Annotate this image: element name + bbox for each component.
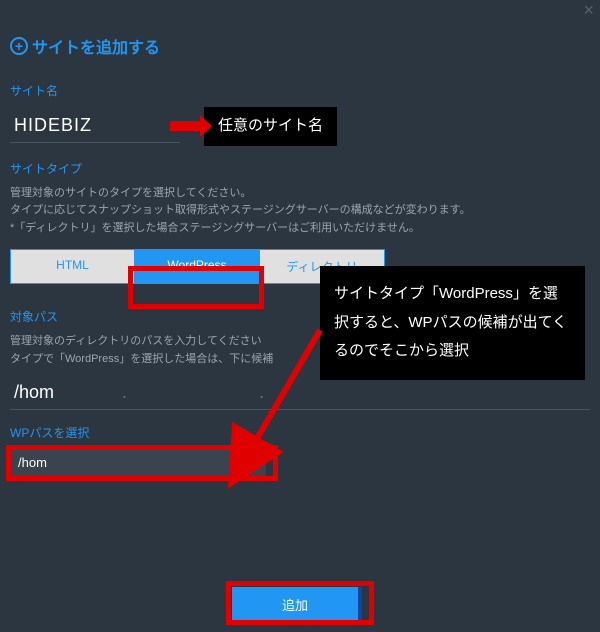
annotation-arrow-icon	[170, 121, 200, 131]
add-button[interactable]: 追加	[232, 587, 362, 622]
label-site-type: サイトタイプ	[10, 160, 590, 177]
modal-header: + サイトを追加する	[10, 34, 590, 58]
help-text: *「ディレクトリ」を選択した場合ステージングサーバーはご利用いただけません。	[10, 220, 590, 238]
annotation-site-name: 任意のサイト名	[204, 107, 337, 146]
label-wp-path: WPパスを選択	[10, 424, 590, 441]
path-separator-icon: .	[122, 382, 127, 403]
wp-path-select[interactable]	[10, 449, 266, 476]
tab-wordpress[interactable]: WordPress	[135, 249, 260, 284]
path-separator-icon: .	[259, 382, 264, 403]
tab-html[interactable]: HTML	[10, 249, 135, 284]
target-path-value: /hom	[14, 382, 54, 403]
target-path-input[interactable]: /hom . .	[10, 378, 590, 410]
plus-circle-icon: +	[10, 37, 28, 55]
close-icon[interactable]: ×	[583, 0, 594, 21]
help-text: タイプに応じてスナップショット取得形式やステージングサーバーの構成などが変わりま…	[10, 202, 590, 220]
annotation-site-type: サイトタイプ「WordPress」を選択すると、WPパスの候補が出てくるのでそこ…	[320, 266, 585, 380]
label-site-name: サイト名	[10, 82, 590, 99]
help-text: 管理対象のサイトのタイプを選択してください。	[10, 185, 590, 203]
site-name-input[interactable]	[10, 109, 180, 143]
modal-title: サイトを追加する	[32, 34, 160, 58]
